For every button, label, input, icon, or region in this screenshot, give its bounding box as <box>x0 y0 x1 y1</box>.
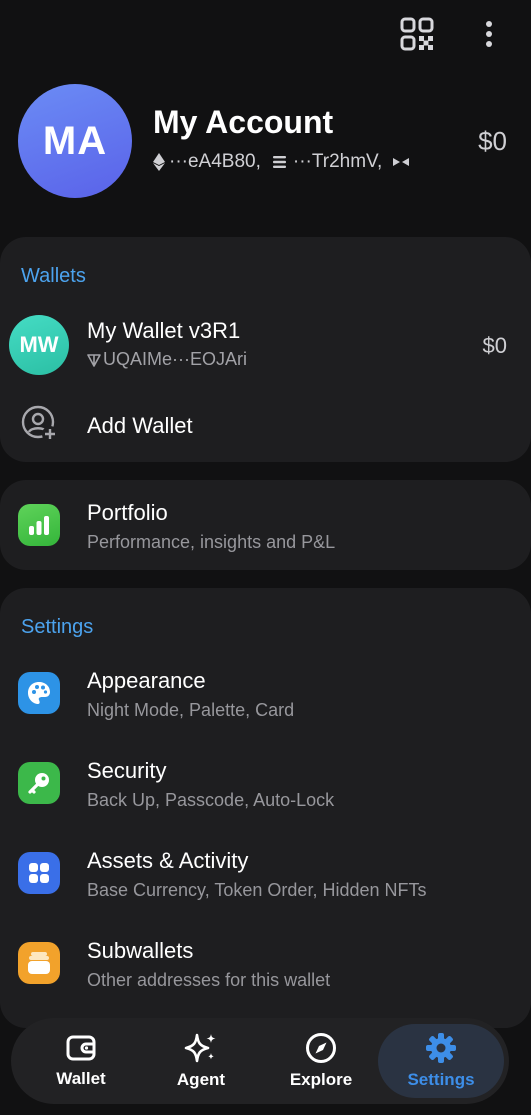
wallet-address-row: UQAIMe···EOJAri <box>87 349 247 370</box>
add-wallet-label: Add Wallet <box>87 413 193 438</box>
appearance-icon-tile <box>18 672 60 714</box>
portfolio-subtitle: Performance, insights and P&L <box>87 532 336 552</box>
tab-explore[interactable]: Explore <box>273 1018 369 1104</box>
wallets-section-title: Wallets <box>21 265 86 287</box>
add-user-icon <box>21 405 58 442</box>
ton-address: ···Tr2hmV, <box>292 151 383 172</box>
subwallets-title: Subwallets <box>87 938 194 963</box>
qr-code-button[interactable] <box>399 16 435 52</box>
top-bar <box>0 0 531 70</box>
more-vertical-icon <box>486 21 492 47</box>
security-icon-tile <box>18 762 60 804</box>
compass-icon <box>306 1033 336 1063</box>
more-options-button[interactable] <box>474 16 504 52</box>
wallet-name: My Wallet v3R1 <box>87 318 241 343</box>
settings-item-assets-activity[interactable]: Assets & Activity Base Currency, Token O… <box>0 848 531 908</box>
wallet-item[interactable]: MW My Wallet v3R1 UQAIMe···EOJAri $0 <box>0 315 531 375</box>
account-balance: $0 <box>478 126 507 156</box>
tab-agent-label: Agent <box>176 1070 226 1089</box>
subwallets-icon-tile <box>18 942 60 984</box>
assets-activity-title: Assets & Activity <box>87 848 249 873</box>
security-title: Security <box>87 758 167 783</box>
wallet-balance: $0 <box>482 333 507 358</box>
settings-item-subwallets[interactable]: Subwallets Other addresses for this wall… <box>0 938 531 998</box>
tab-settings[interactable]: Settings <box>378 1024 504 1098</box>
appearance-subtitle: Night Mode, Palette, Card <box>87 700 295 720</box>
tab-explore-label: Explore <box>289 1070 353 1089</box>
portfolio-title: Portfolio <box>87 500 168 525</box>
portfolio-card[interactable]: Portfolio Performance, insights and P&L <box>0 480 531 570</box>
account-avatar: MA <box>18 84 132 198</box>
key-icon <box>28 773 49 794</box>
appearance-title: Appearance <box>87 668 206 693</box>
wallet-address: UQAIMe···EOJAri <box>103 349 247 369</box>
account-header[interactable]: MA My Account ···eA4B80, ···Tr2hmV, $0 <box>18 84 513 200</box>
assets-icon-tile <box>18 852 60 894</box>
sparkle-icon <box>184 1033 216 1063</box>
wallet-avatar: MW <box>9 315 69 375</box>
eth-address: ···eA4B80, <box>169 151 261 172</box>
tab-settings-label: Settings <box>407 1070 475 1089</box>
wallets-card: Wallets MW My Wallet v3R1 UQAIMe···EOJAr… <box>0 237 531 462</box>
security-subtitle: Back Up, Passcode, Auto-Lock <box>87 790 335 810</box>
ton-icon <box>272 156 286 168</box>
account-addresses: ···eA4B80, ···Tr2hmV, <box>153 151 410 173</box>
gear-icon <box>426 1033 456 1063</box>
stack-icon <box>28 952 50 974</box>
settings-item-security[interactable]: Security Back Up, Passcode, Auto-Lock <box>0 758 531 818</box>
tab-agent[interactable]: Agent <box>153 1018 249 1104</box>
wallet-icon <box>66 1035 96 1061</box>
tab-wallet[interactable]: Wallet <box>33 1018 129 1104</box>
palette-icon <box>28 682 50 704</box>
add-wallet-button[interactable]: Add Wallet <box>0 405 531 447</box>
grid-icon <box>29 863 49 883</box>
settings-item-appearance[interactable]: Appearance Night Mode, Palette, Card <box>0 668 531 728</box>
link-chain-icon <box>393 158 410 166</box>
portfolio-icon-tile <box>18 504 60 546</box>
ton-logo-icon <box>87 353 101 367</box>
account-name: My Account <box>153 104 334 140</box>
bottom-tab-bar: Wallet Agent Explore Settings <box>11 1018 509 1104</box>
qr-code-icon <box>400 17 434 51</box>
assets-activity-subtitle: Base Currency, Token Order, Hidden NFTs <box>87 880 427 900</box>
tab-wallet-label: Wallet <box>56 1069 106 1088</box>
ethereum-icon <box>153 153 165 171</box>
bar-chart-icon <box>29 516 49 535</box>
subwallets-subtitle: Other addresses for this wallet <box>87 970 331 990</box>
settings-card: Settings Appearance Night Mode, Palette,… <box>0 588 531 1028</box>
settings-section-title: Settings <box>21 616 94 638</box>
